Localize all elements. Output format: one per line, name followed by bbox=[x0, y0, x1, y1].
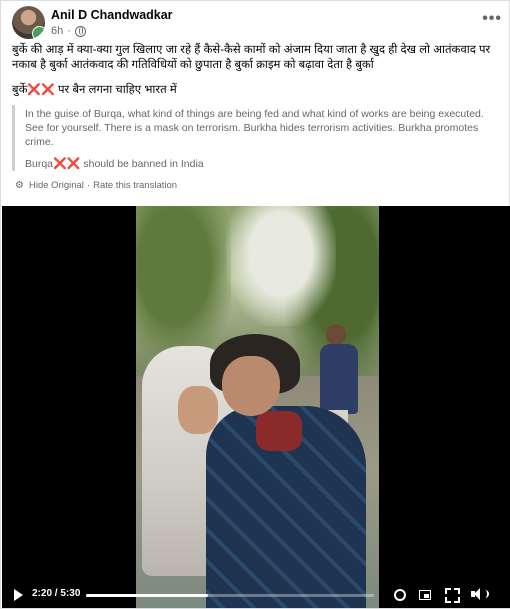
post-header: Anil D Chandwadkar 6h · ••• bbox=[12, 6, 502, 40]
hide-original-link[interactable]: Hide Original bbox=[29, 180, 84, 191]
post-time[interactable]: 6h bbox=[51, 25, 63, 37]
original-line2-suffix: पर बैन लगना चाहिए भारत में bbox=[54, 84, 177, 96]
post-card: Anil D Chandwadkar 6h · ••• बुर्के की आड… bbox=[0, 0, 510, 609]
video-time: 2:20 / 5:30 bbox=[32, 588, 80, 599]
translation-block: In the guise of Burqa, what kind of thin… bbox=[12, 105, 503, 171]
duration: 5:30 bbox=[60, 588, 81, 599]
more-icon[interactable]: ••• bbox=[482, 10, 502, 28]
video-scene-woman-hand bbox=[178, 386, 218, 434]
video-controls: 2:20 / 5:30 bbox=[2, 578, 510, 608]
original-line2-prefix: बुर्के bbox=[12, 84, 28, 96]
video-scene-scarf bbox=[256, 411, 302, 451]
translation-text: In the guise of Burqa, what kind of thin… bbox=[25, 108, 484, 148]
fullscreen-icon[interactable] bbox=[444, 587, 458, 601]
translation-line2-suffix: should be banned in India bbox=[80, 158, 204, 170]
gear-icon[interactable]: ⚙ bbox=[15, 180, 24, 191]
pip-icon[interactable] bbox=[418, 587, 432, 601]
volume-icon[interactable] bbox=[470, 587, 489, 601]
progress-fill bbox=[86, 594, 209, 597]
video-scene-sky bbox=[226, 206, 336, 326]
cross-mark-icon: ❌❌ bbox=[53, 158, 81, 170]
translation-line2: Burqa❌❌ should be banned in India bbox=[25, 157, 204, 170]
settings-icon[interactable] bbox=[392, 587, 406, 601]
avatar[interactable] bbox=[12, 6, 45, 39]
link-separator: · bbox=[86, 180, 91, 191]
original-text: बुर्के की आड़ में क्या-क्या गुल खिलाए जा… bbox=[12, 44, 491, 71]
video-scene-tree bbox=[136, 206, 231, 356]
author-name[interactable]: Anil D Chandwadkar bbox=[51, 8, 173, 22]
globe-icon bbox=[74, 25, 86, 37]
cross-mark-icon: ❌❌ bbox=[27, 84, 55, 96]
progress-track[interactable] bbox=[86, 594, 374, 597]
original-text-line2: बुर्के❌❌ पर बैन लगना चाहिए भारत में bbox=[12, 82, 496, 97]
meta-dot: · bbox=[67, 25, 71, 37]
avatar-badge bbox=[32, 26, 45, 39]
video-scene-woman-face bbox=[222, 356, 280, 416]
play-icon[interactable] bbox=[14, 589, 23, 601]
post-meta: 6h · bbox=[51, 25, 86, 37]
video-player[interactable]: 2:20 / 5:30 bbox=[2, 206, 510, 608]
rate-translation-link[interactable]: Rate this translation bbox=[93, 180, 177, 191]
video-frame[interactable] bbox=[136, 206, 379, 608]
translation-line2-prefix: Burqa bbox=[25, 158, 54, 170]
current-time: 2:20 bbox=[32, 588, 53, 599]
translation-links: Hide Original · Rate this translation bbox=[29, 180, 177, 191]
